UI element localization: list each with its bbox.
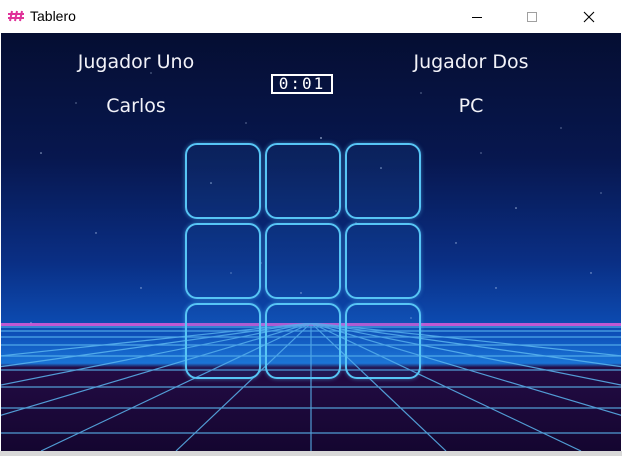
player-two-title: Jugador Dos (413, 51, 529, 73)
board-cell-r3-c1[interactable] (185, 303, 261, 379)
title-bar: Tablero (0, 0, 622, 33)
board-cell-r3-c2[interactable] (265, 303, 341, 379)
close-button[interactable] (566, 0, 612, 33)
close-icon (583, 11, 595, 22)
game-timer: 0:01 (271, 74, 333, 94)
tic-tac-toe-board (185, 143, 427, 383)
maximize-button[interactable] (509, 0, 555, 33)
board-cell-r1-c3[interactable] (345, 143, 421, 219)
board-cell-r2-c2[interactable] (265, 223, 341, 299)
maximize-icon (527, 11, 537, 22)
player-one-title: Jugador Uno (77, 51, 195, 73)
window-bottom-border (0, 451, 622, 456)
board-cell-r2-c3[interactable] (345, 223, 421, 299)
player-one-name: Carlos (106, 95, 166, 117)
minimize-icon (472, 16, 482, 18)
game-scene: Jugador Uno Carlos Jugador Dos PC 0:01 (1, 33, 621, 451)
board-cell-r2-c1[interactable] (185, 223, 261, 299)
board-cell-r1-c2[interactable] (265, 143, 341, 219)
window-title: Tablero (30, 8, 76, 24)
board-cell-r3-c3[interactable] (345, 303, 421, 379)
player-two-name: PC (458, 95, 484, 117)
board-cell-r1-c1[interactable] (185, 143, 261, 219)
minimize-button[interactable] (454, 0, 500, 33)
logo-icon (8, 10, 24, 22)
